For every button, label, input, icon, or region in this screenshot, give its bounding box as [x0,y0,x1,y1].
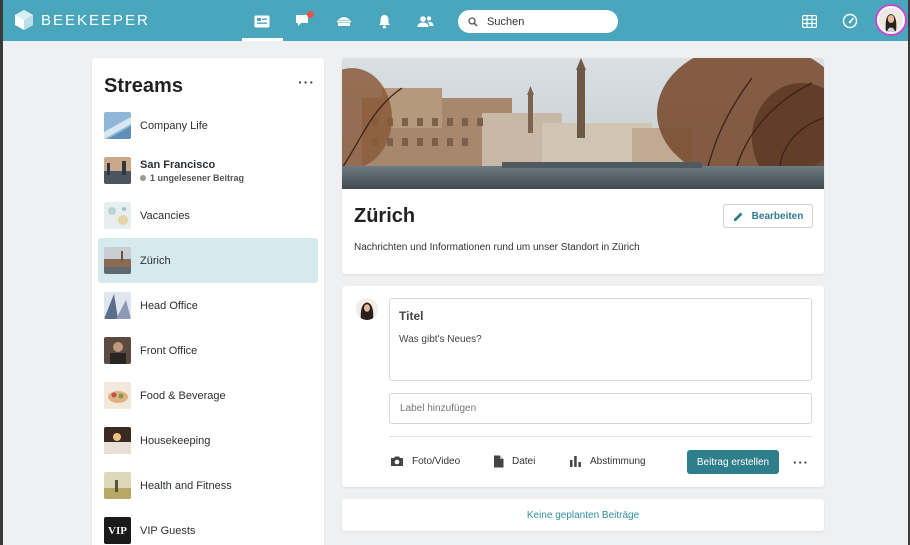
stream-header-card: Zürich Bearbeiten Nachrichten und Inform… [342,58,824,274]
sidebar-item-company-life[interactable]: Company Life [98,103,318,148]
divider [389,436,812,437]
sidebar-item-label: Company Life [140,119,208,132]
vip-thumb-text: VIP [108,524,127,537]
stream-thumbnail [104,337,131,364]
bar-chart-icon [570,456,581,467]
add-file-button[interactable]: Datei [493,455,535,468]
nav-streams[interactable] [250,9,274,33]
edit-stream-button[interactable]: Bearbeiten [723,204,813,228]
stream-thumbnail [104,202,131,229]
sidebar-item-vacancies[interactable]: Vacancies [98,193,318,238]
nav-chats[interactable] [291,9,315,33]
create-post-button[interactable]: Beitrag erstellen [687,450,779,474]
post-editor[interactable]: Titel Was gibt's Neues? [389,298,812,381]
file-icon [494,455,504,468]
bell-icon [378,14,390,29]
add-poll-button[interactable]: Abstimmung [569,455,646,467]
campus-icon [337,17,351,26]
sidebar-item-label: VIP Guests [140,524,196,537]
unread-count: 1 ungelesener Beitrag [140,173,244,183]
photo-video-label: Foto/Video [412,455,461,467]
stream-thumbnail [104,427,131,454]
post-title-input[interactable]: Titel [399,309,423,323]
sidebar-item-housekeeping[interactable]: Housekeeping [98,418,318,463]
streams-sidebar: Streams ··· Company Life San Francisco 1… [92,58,324,545]
post-body-input[interactable]: Was gibt's Neues? [399,334,482,345]
streams-icon [254,15,270,27]
pencil-icon [733,212,743,221]
unread-badge [307,11,314,18]
edit-button-label: Bearbeiten [751,210,804,222]
sidebar-item-label: Front Office [140,344,198,357]
sidebar-item-label: Food & Beverage [140,389,226,402]
post-composer-card: Titel Was gibt's Neues? Label hinzufügen… [342,286,824,487]
add-label-input[interactable]: Label hinzufügen [389,393,812,424]
avatar [879,8,903,32]
unread-dot-icon [140,174,146,181]
poll-label: Abstimmung [590,455,646,467]
apps-grid-icon [801,14,817,28]
nav-people[interactable] [413,9,437,33]
file-label: Datei [512,456,536,467]
sidebar-item-vip-guests[interactable]: VIP VIP Guests [98,508,318,545]
brand-logo[interactable]: BEEKEEPER [15,10,150,30]
sidebar-item-label: Health and Fitness [140,479,232,492]
speedometer-icon [842,13,858,29]
stream-thumbnail [104,247,131,274]
stream-cover-image [342,58,824,189]
beekeeper-logo-icon [15,10,33,30]
sidebar-item-label: San Francisco [140,158,216,171]
sidebar-item-health-fitness[interactable]: Health and Fitness [98,463,318,508]
app-window: BEEKEEPER Suchen Streams ··· Company Lif… [0,0,910,545]
stream-thumbnail: VIP [104,517,131,544]
search-bar[interactable] [458,10,618,33]
stream-thumbnail [104,382,131,409]
apps-button[interactable] [797,9,821,33]
dashboard-button[interactable] [838,9,862,33]
camera-icon [391,456,403,466]
stream-thumbnail [104,292,131,319]
add-photo-video-button[interactable]: Foto/Video [390,455,460,467]
sidebar-item-head-office[interactable]: Head Office [98,283,318,328]
sidebar-item-label: Housekeeping [140,434,211,447]
avatar [356,298,378,320]
sidebar-more-button[interactable]: ··· [298,74,315,90]
profile-avatar-button[interactable] [875,4,907,36]
sidebar-title: Streams [104,75,183,97]
search-icon [468,16,478,26]
nav-notifications[interactable] [372,9,396,33]
sidebar-item-label: Head Office [140,299,198,312]
sidebar-item-zurich[interactable]: Zürich [98,238,318,283]
stream-thumbnail [104,157,131,184]
composer-more-button[interactable]: ··· [793,455,809,470]
brand-name: BEEKEEPER [41,11,150,29]
sidebar-item-label: Zürich [140,254,171,267]
stream-description: Nachrichten und Informationen rund um un… [354,242,640,253]
scheduled-posts-link[interactable]: Keine geplanten Beiträge [342,499,824,531]
stream-thumbnail [104,112,131,139]
sidebar-item-label: Vacancies [140,209,190,222]
stream-thumbnail [104,472,131,499]
sidebar-item-san-francisco[interactable]: San Francisco 1 ungelesener Beitrag [98,148,318,193]
stream-title: Zürich [354,205,416,227]
sidebar-item-food-beverage[interactable]: Food & Beverage [98,373,318,418]
nav-campus[interactable] [332,9,356,33]
nav-active-indicator [242,38,283,41]
top-navigation-bar: BEEKEEPER [3,0,908,41]
sidebar-item-front-office[interactable]: Front Office [98,328,318,373]
search-input[interactable] [487,15,607,28]
people-icon [417,15,433,27]
